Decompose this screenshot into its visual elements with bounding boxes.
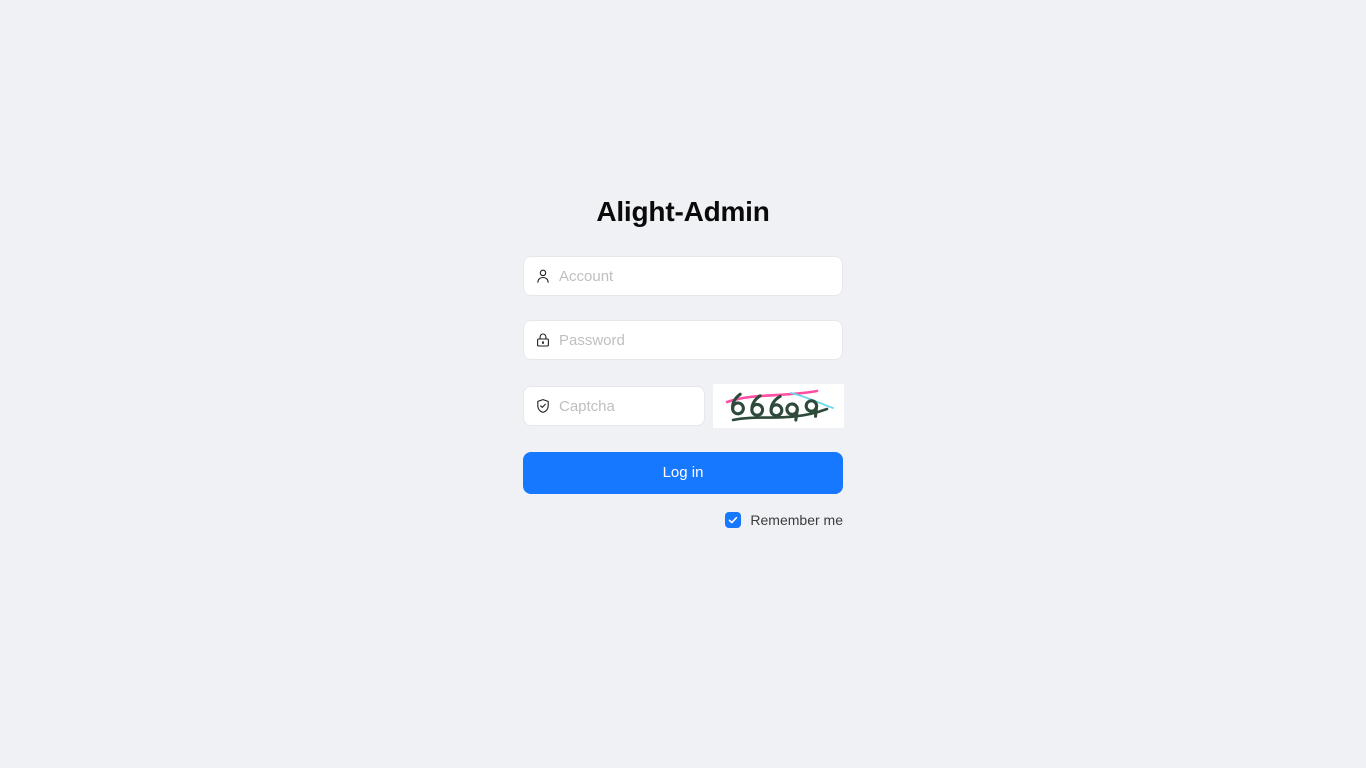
captcha-input-wrap[interactable] [523, 386, 705, 426]
login-form: Log in Remember me [523, 256, 844, 528]
captcha-image[interactable] [713, 384, 844, 428]
login-button[interactable]: Log in [523, 452, 843, 494]
account-input[interactable] [559, 257, 831, 295]
page-title: Alight-Admin [596, 196, 770, 227]
password-input-wrap[interactable] [523, 320, 843, 360]
remember-me-checkbox[interactable] [725, 512, 742, 528]
password-field-row [523, 320, 843, 360]
captcha-input[interactable] [559, 387, 693, 425]
login-panel: Alight-Admin Account Captcha Log in Reme… [523, 190, 844, 528]
account-field-row [523, 256, 843, 296]
lock-icon [535, 332, 551, 348]
shield-check-icon [535, 398, 551, 414]
account-input-wrap[interactable] [523, 256, 843, 296]
password-input[interactable] [559, 321, 831, 359]
login-page: Alight-Admin Account Captcha Log in Reme… [0, 0, 1366, 768]
remember-me-row: Remember me [523, 512, 843, 528]
captcha-field-row [523, 384, 844, 428]
user-icon [535, 268, 551, 284]
remember-me-label[interactable]: Remember me [750, 512, 843, 528]
